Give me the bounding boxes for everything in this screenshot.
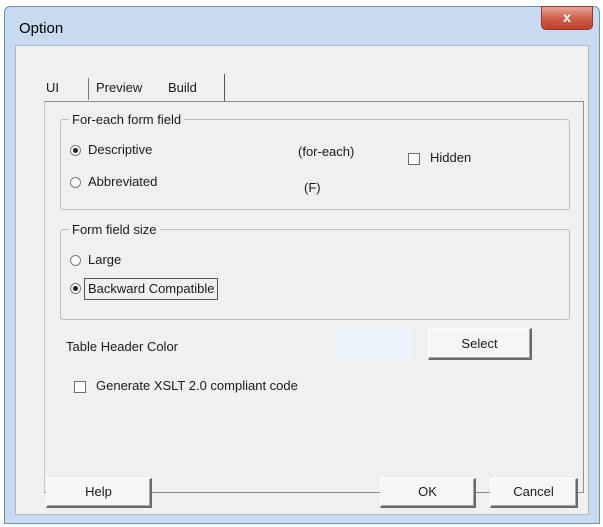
abbreviated-label[interactable]: Abbreviated bbox=[88, 174, 157, 189]
table-header-color-label: Table Header Color bbox=[66, 339, 179, 354]
tab-separator bbox=[88, 78, 89, 100]
hidden-checkbox[interactable] bbox=[408, 153, 420, 165]
backward-compatible-label[interactable]: Backward Compatible bbox=[84, 278, 219, 300]
form-field-size-group: Form field size bbox=[60, 222, 570, 320]
radio-backward-compatible[interactable] bbox=[70, 283, 81, 294]
radio-large[interactable] bbox=[70, 255, 81, 266]
xslt-label[interactable]: Generate XSLT 2.0 compliant code bbox=[96, 378, 298, 393]
help-button[interactable]: Help bbox=[46, 478, 152, 508]
close-icon: x bbox=[563, 9, 571, 25]
descriptive-label[interactable]: Descriptive bbox=[88, 142, 152, 157]
size-group-legend: Form field size bbox=[72, 222, 157, 237]
abbreviated-hint: (F) bbox=[304, 180, 321, 195]
dialog-client-area: UI Preview Build For-each form field Des… bbox=[15, 45, 589, 515]
foreach-form-field-group: For-each form field bbox=[60, 112, 570, 210]
cancel-button[interactable]: Cancel bbox=[490, 478, 578, 508]
dialog-title: Option bbox=[19, 20, 64, 37]
foreach-group-legend: For-each form field bbox=[72, 112, 182, 127]
xslt-checkbox[interactable] bbox=[74, 381, 86, 393]
close-button[interactable]: x bbox=[541, 6, 593, 30]
table-header-color-swatch bbox=[336, 328, 412, 360]
hidden-label[interactable]: Hidden bbox=[430, 150, 471, 165]
tab-preview[interactable]: Preview bbox=[96, 76, 142, 100]
select-color-button[interactable]: Select bbox=[428, 328, 532, 360]
descriptive-hint: (for-each) bbox=[298, 144, 355, 159]
large-label[interactable]: Large bbox=[88, 252, 121, 267]
radio-descriptive[interactable] bbox=[70, 145, 81, 156]
radio-abbreviated[interactable] bbox=[70, 177, 81, 188]
ok-button[interactable]: OK bbox=[380, 478, 476, 508]
tab-build[interactable]: Build bbox=[168, 76, 197, 100]
option-dialog: Option x UI Preview Build For-each form … bbox=[4, 6, 600, 524]
tab-ui[interactable]: UI bbox=[46, 76, 59, 100]
title-bar[interactable]: Option x bbox=[5, 6, 599, 47]
tab-separator bbox=[224, 74, 225, 101]
